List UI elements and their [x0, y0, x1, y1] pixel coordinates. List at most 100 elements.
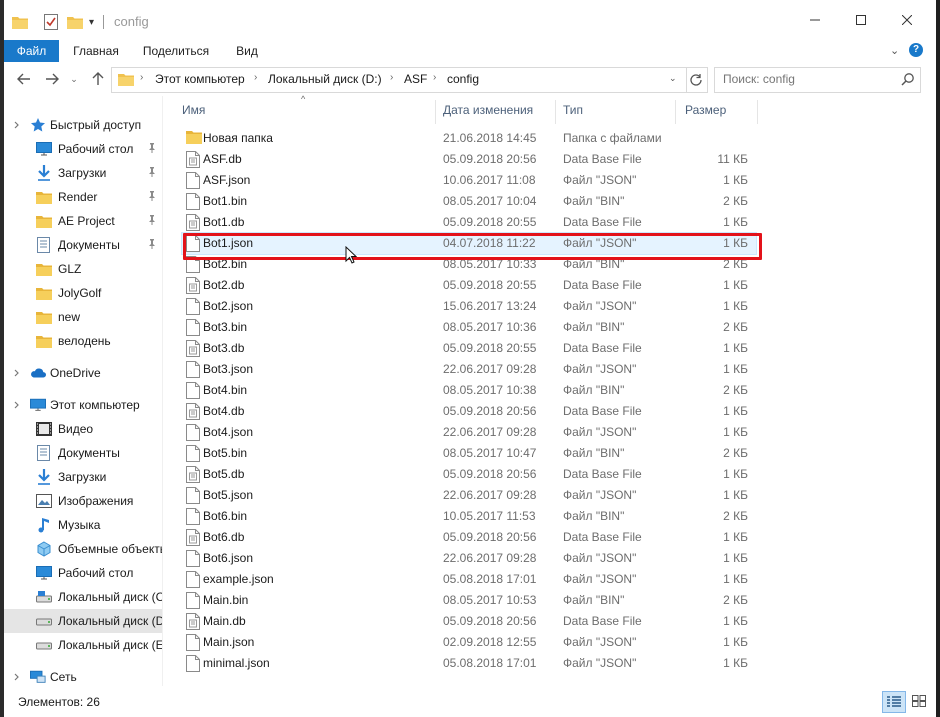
column-header-size[interactable]: Размер [685, 103, 726, 117]
file-icon [186, 550, 202, 567]
search-input[interactable] [723, 72, 893, 86]
file-row[interactable]: Bot5.json 22.06.2017 09:28 Файл "JSON" 1 КБ [182, 485, 756, 506]
file-row[interactable]: Bot4.db 05.09.2018 20:56 Data Base File 1 К… [182, 401, 756, 422]
file-row[interactable]: Bot6.db 05.09.2018 20:56 Data Base File 1 К… [182, 527, 756, 548]
breadcrumb-asf[interactable]: ASF [404, 72, 427, 86]
file-row[interactable]: Bot5.db 05.09.2018 20:56 Data Base File 1 К… [182, 464, 756, 485]
address-bar[interactable]: › Этот компьютер › Локальный диск (D:) ›… [111, 67, 687, 93]
file-row[interactable]: Bot1.json 04.07.2018 11:22 Файл "JSON" 1 КБ [181, 232, 757, 255]
file-row[interactable]: Bot3.json 22.06.2017 09:28 Файл "JSON" 1 КБ [182, 359, 756, 380]
nav-item-pc-3[interactable]: Изображения [4, 489, 162, 513]
up-button[interactable] [88, 69, 108, 89]
breadcrumb-this-pc[interactable]: Этот компьютер [155, 72, 245, 86]
forward-button[interactable] [42, 69, 62, 89]
tab-home[interactable]: Главная [63, 40, 129, 62]
nav-item-pc-8[interactable]: Локальный диск (D:) [4, 609, 162, 633]
nav-item-pc-4[interactable]: Музыка [4, 513, 162, 537]
column-divider[interactable] [435, 100, 436, 124]
breadcrumb-config[interactable]: config [447, 72, 479, 86]
nav-item-quick-0[interactable]: Рабочий стол [4, 137, 162, 161]
file-row[interactable]: Bot6.json 22.06.2017 09:28 Файл "JSON" 1 КБ [182, 548, 756, 569]
pin-icon[interactable] [147, 143, 157, 156]
file-row[interactable]: Bot6.bin 10.05.2017 11:53 Файл "BIN" 2 КБ [182, 506, 756, 527]
file-row[interactable]: Bot2.json 15.06.2017 13:24 Файл "JSON" 1 КБ [182, 296, 756, 317]
chevron-right-icon[interactable]: › [140, 72, 143, 83]
file-row[interactable]: Bot4.bin 08.05.2017 10:38 Файл "BIN" 2 КБ [182, 380, 756, 401]
file-row[interactable]: Bot3.bin 08.05.2017 10:36 Файл "BIN" 2 КБ [182, 317, 756, 338]
new-folder-icon[interactable] [67, 13, 83, 31]
nav-item-pc-2[interactable]: Загрузки [4, 465, 162, 489]
file-row[interactable]: Main.bin 08.05.2017 10:53 Файл "BIN" 2 КБ [182, 590, 756, 611]
chevron-right-icon[interactable] [12, 669, 22, 685]
chevron-right-icon[interactable]: › [390, 72, 393, 83]
column-header-name[interactable]: Имя [182, 103, 205, 117]
column-header-date[interactable]: Дата изменения [443, 103, 533, 117]
file-row[interactable]: Main.db 05.09.2018 20:56 Data Base File 1 К… [182, 611, 756, 632]
file-row[interactable]: example.json 05.08.2018 17:01 Файл "JSON" 1… [182, 569, 756, 590]
tab-share[interactable]: Поделиться [136, 40, 216, 62]
chevron-right-icon[interactable] [12, 365, 22, 381]
file-row[interactable]: ASF.json 10.06.2017 11:08 Файл "JSON" 1 КБ [182, 170, 756, 191]
breadcrumb-drive-d[interactable]: Локальный диск (D:) [268, 72, 382, 86]
nav-item-pc-9[interactable]: Локальный диск (E:) [4, 633, 162, 657]
chevron-right-icon[interactable] [12, 397, 22, 413]
column-divider[interactable] [757, 100, 758, 124]
help-icon[interactable]: ? [909, 43, 923, 57]
nav-item-quick-8[interactable]: велодень [4, 329, 162, 353]
file-row[interactable]: ASF.db 05.09.2018 20:56 Data Base File 11 К… [182, 149, 756, 170]
nav-item-quick-1[interactable]: Загрузки [4, 161, 162, 185]
close-button[interactable] [884, 0, 930, 40]
file-row[interactable]: Bot3.db 05.09.2018 20:55 Data Base File 1 К… [182, 338, 756, 359]
refresh-button[interactable] [685, 67, 708, 93]
nav-item-quick-4[interactable]: Документы [4, 233, 162, 257]
column-divider[interactable] [555, 100, 556, 124]
nav-item-pc-5[interactable]: Объемные объекты [4, 537, 162, 561]
chevron-right-icon[interactable]: › [433, 72, 436, 83]
nav-item-pc-7[interactable]: Локальный диск (C:) [4, 585, 162, 609]
file-row[interactable]: minimal.json 05.08.2018 17:01 Файл "JSON" 1… [182, 653, 756, 674]
recent-locations-icon[interactable]: ⌄ [68, 69, 80, 89]
nav-network[interactable]: Сеть [4, 665, 162, 686]
nav-item-pc-0[interactable]: Видео [4, 417, 162, 441]
pin-icon[interactable] [147, 191, 157, 204]
nav-item-quick-5[interactable]: GLZ [4, 257, 162, 281]
chevron-right-icon[interactable]: › [254, 72, 257, 83]
column-divider[interactable] [675, 100, 676, 124]
chevron-right-icon[interactable] [12, 117, 22, 133]
maximize-button[interactable] [838, 0, 884, 40]
file-row[interactable]: Bot1.db 05.09.2018 20:55 Data Base File 1 К… [182, 212, 756, 233]
file-row[interactable]: Bot2.bin 08.05.2017 10:33 Файл "BIN" 2 КБ [182, 254, 756, 275]
pin-icon[interactable] [147, 215, 157, 228]
customize-quick-access-icon[interactable]: ▾ [89, 13, 99, 31]
nav-quick-access[interactable]: Быстрый доступ [4, 113, 162, 137]
nav-item-quick-2[interactable]: Render [4, 185, 162, 209]
tab-file[interactable]: Файл [4, 40, 59, 62]
address-dropdown-icon[interactable]: ⌄ [669, 73, 677, 84]
nav-item-pc-1[interactable]: Документы [4, 441, 162, 465]
tab-view[interactable]: Вид [226, 40, 268, 62]
file-row[interactable]: Main.json 02.09.2018 12:55 Файл "JSON" 1 КБ [182, 632, 756, 653]
nav-this-pc[interactable]: Этот компьютер [4, 393, 162, 417]
expand-ribbon-icon[interactable]: ⌄ [890, 44, 899, 57]
file-row[interactable]: Bot5.bin 08.05.2017 10:47 Файл "BIN" 2 КБ [182, 443, 756, 464]
file-row[interactable]: Bot4.json 22.06.2017 09:28 Файл "JSON" 1 КБ [182, 422, 756, 443]
file-row[interactable]: Bot1.bin 08.05.2017 10:04 Файл "BIN" 2 КБ [182, 191, 756, 212]
file-row[interactable]: Bot2.db 05.09.2018 20:55 Data Base File 1 К… [182, 275, 756, 296]
nav-item-pc-6[interactable]: Рабочий стол [4, 561, 162, 585]
pin-icon[interactable] [147, 167, 157, 180]
nav-item-quick-3[interactable]: AE Project [4, 209, 162, 233]
nav-item-quick-6[interactable]: JolyGolf [4, 281, 162, 305]
file-row[interactable]: Новая папка 21.06.2018 14:45 Папка с файла… [182, 128, 756, 149]
nav-item-quick-7[interactable]: new [4, 305, 162, 329]
search-box[interactable] [714, 67, 921, 93]
pin-icon[interactable] [147, 239, 157, 252]
minimize-button[interactable] [792, 0, 838, 40]
folder-icon [36, 189, 52, 205]
large-icons-view-button[interactable] [908, 691, 930, 711]
search-icon[interactable] [901, 72, 915, 89]
properties-icon[interactable] [44, 13, 58, 31]
details-view-button[interactable] [882, 691, 906, 713]
back-button[interactable] [14, 69, 34, 89]
nav-onedrive[interactable]: OneDrive [4, 361, 162, 385]
column-header-type[interactable]: Тип [563, 103, 583, 117]
